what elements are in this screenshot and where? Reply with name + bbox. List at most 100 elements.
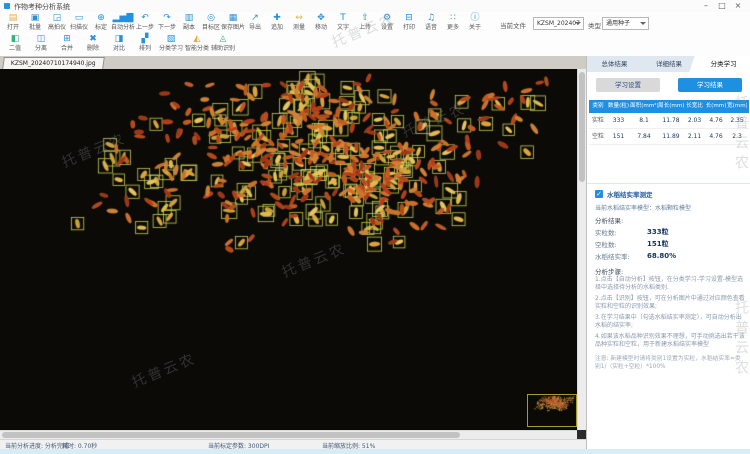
append-button[interactable]: ✚ 追加 bbox=[266, 13, 288, 31]
type-select[interactable]: 通用种子 bbox=[602, 17, 649, 30]
toolbar-item-label: 上一步 bbox=[135, 24, 154, 31]
undo-button[interactable]: ↶ 上一步 bbox=[134, 13, 156, 31]
target-area-button[interactable]: ◎ 目标区 bbox=[200, 13, 222, 31]
folder-open-icon: ▤ bbox=[8, 13, 18, 23]
measure-icon: ↔ bbox=[295, 13, 303, 23]
current-file-select[interactable]: KZSM_202407 bbox=[533, 17, 584, 30]
batch-button[interactable]: ▣ 批量 bbox=[24, 13, 46, 31]
seed-image-canvas[interactable] bbox=[0, 69, 577, 430]
smart-classify-button[interactable]: ◭ 智能分类 bbox=[184, 34, 210, 52]
toolbar-item-label: 追加 bbox=[270, 24, 283, 31]
learning-results-button[interactable]: 学习结果 bbox=[678, 78, 742, 92]
result-label: 空粒数: bbox=[595, 241, 617, 249]
result-row: 空粒数: 151粒 bbox=[595, 238, 745, 250]
print-button[interactable]: ⊟ 打印 bbox=[398, 13, 420, 31]
compare-button[interactable]: ◨ 对比 bbox=[106, 34, 132, 52]
info-icon: ⓘ bbox=[470, 13, 480, 23]
binary-button[interactable]: ◧ 二值 bbox=[2, 34, 28, 52]
vertical-scrollbar-thumb[interactable] bbox=[579, 72, 585, 182]
image-file-tab[interactable]: KZSM_20240710174940.jpg bbox=[2, 57, 105, 69]
measure-button[interactable]: ↔ 测量 bbox=[288, 13, 310, 31]
smart-classify-icon: ◭ bbox=[193, 34, 201, 44]
assist-recognition-button[interactable]: ◬ 辅助识别 bbox=[210, 34, 236, 52]
toolbar-item-label: 打开 bbox=[6, 24, 19, 31]
upload-button[interactable]: ⇧ 上传 bbox=[354, 13, 376, 31]
scrollbar-corner bbox=[577, 430, 586, 439]
toolbar-item-label: 设置 bbox=[380, 24, 393, 31]
calibrate-button[interactable]: ⊕ 标定 bbox=[90, 13, 112, 31]
learning-settings-button[interactable]: 学习设置 bbox=[596, 78, 660, 92]
voice-button[interactable]: ♫ 语音 bbox=[420, 13, 442, 31]
toolbar-item-label: 智能分类 bbox=[184, 45, 209, 52]
result-row: 水稻结实率: 68.80% bbox=[595, 250, 745, 262]
scanner-button[interactable]: ▭ 扫描仪 bbox=[68, 13, 90, 31]
voice-icon: ♫ bbox=[426, 13, 436, 23]
auto-analyze-button[interactable]: ▂▅▇ 自动分析 bbox=[111, 13, 135, 31]
about-button[interactable]: ⓘ 关于 bbox=[464, 13, 486, 31]
merge-icon: ⊞ bbox=[63, 34, 71, 44]
delete-button[interactable]: ✖ 删除 bbox=[80, 34, 106, 52]
duplicate-button[interactable]: ▥ 副本 bbox=[178, 13, 200, 31]
auto-analyze-icon: ▂▅▇ bbox=[112, 13, 134, 23]
tab-label: 总体结果 bbox=[601, 60, 628, 68]
tab-detail-results[interactable]: 详细结果 bbox=[635, 56, 703, 72]
table-row-empty-grain[interactable]: 空粒 151 7.84 11.89 2.11 4.76 2.3 bbox=[589, 129, 749, 145]
tab-overall-results[interactable]: 总体结果 bbox=[587, 56, 649, 72]
panel-divider bbox=[587, 183, 750, 184]
analysis-step: 4.如果该水稻品种识别效果不理想，可手动挑选出若干该品种实粒和空粒，用于新建水稻… bbox=[595, 333, 745, 348]
redo-button[interactable]: ↷ 下一步 bbox=[156, 13, 178, 31]
arrange-button[interactable]: ▞ 排列 bbox=[132, 34, 158, 52]
image-tab-bar: KZSM_20240710174940.jpg bbox=[0, 56, 586, 70]
merge-button[interactable]: ⊞ 合并 bbox=[54, 34, 80, 52]
result-row: 实粒数: 333粒 bbox=[595, 226, 745, 238]
redo-icon: ↷ bbox=[163, 13, 171, 23]
save-image-button[interactable]: ▦ 保存图片 bbox=[221, 13, 245, 31]
duplicate-icon: ▥ bbox=[184, 13, 194, 23]
horizontal-scrollbar-thumb[interactable] bbox=[2, 432, 460, 438]
export-button[interactable]: ↗ 导出 bbox=[244, 13, 266, 31]
minimize-button[interactable]: – bbox=[698, 0, 714, 12]
checkbox-checked-icon[interactable]: ✓ bbox=[595, 190, 603, 198]
doc-camera-button[interactable]: ◲ 高拍仪 bbox=[46, 13, 68, 31]
trash-icon: ✖ bbox=[89, 34, 97, 44]
result-value: 68.80% bbox=[647, 252, 677, 260]
current-model-line: 当前水稻结实率模型：水稻颗粒模型 bbox=[595, 205, 692, 212]
tab-classify-learning[interactable]: 分类学习 bbox=[689, 56, 750, 72]
analysis-note: 注意: 新建模型时请将类别1设置为实粒，水稻结实率=类别1/（实粒+空粒）*10… bbox=[595, 356, 741, 370]
toolbar-item-label: 关于 bbox=[468, 24, 481, 31]
title-bar: 作物考种分析系统 – □ × bbox=[0, 0, 750, 12]
window-bottom-strip bbox=[0, 449, 750, 454]
move-button[interactable]: ✥ 移动 bbox=[310, 13, 332, 31]
open-button[interactable]: ▤ 打开 bbox=[2, 13, 24, 31]
toolbar-item-label: 排列 bbox=[138, 45, 151, 52]
window-title: 作物考种分析系统 bbox=[14, 3, 70, 11]
maximize-button[interactable]: □ bbox=[714, 0, 730, 12]
toolbar-item-label: 二值 bbox=[8, 45, 21, 52]
app-logo-icon bbox=[4, 3, 10, 9]
result-value: 333粒 bbox=[647, 228, 669, 236]
analysis-step: 2.点击【识别】按钮，可在分析图片中通过对应颜色查看实粒和空粒的识别效果; bbox=[595, 295, 745, 310]
text-button[interactable]: T 文字 bbox=[332, 13, 354, 31]
print-icon: ⊟ bbox=[405, 13, 413, 23]
doc-camera-icon: ◲ bbox=[52, 13, 62, 23]
settings-button[interactable]: ⚙ 设置 bbox=[376, 13, 398, 31]
chevron-down-icon bbox=[640, 22, 646, 25]
toolbar-item-label: 文字 bbox=[336, 24, 349, 31]
close-button[interactable]: × bbox=[730, 0, 746, 12]
table-row-filled-grain[interactable]: 实粒 333 8.1 11.78 2.03 4.76 2.35 bbox=[589, 113, 749, 129]
result-label: 水稻结实率: bbox=[595, 253, 630, 261]
toolbar-item-label: 合并 bbox=[60, 45, 73, 52]
separate-button[interactable]: ◫ 分离 bbox=[28, 34, 54, 52]
class-stats-table: 类别 数量(粒) 面积(mm²) 周长(mm) 长宽比 长(mm) 宽(mm) … bbox=[589, 100, 749, 145]
save-image-icon: ▦ bbox=[228, 13, 238, 23]
export-icon: ↗ bbox=[251, 13, 259, 23]
classify-learning-icon: ▧ bbox=[166, 34, 176, 44]
analysis-step: 3.在学习结果中（勾选水稻结实率测定），可自动分析出水稻的结实率; bbox=[595, 314, 742, 329]
settings-gear-icon: ⚙ bbox=[382, 13, 392, 23]
toolbar-item-label: 语音 bbox=[424, 24, 437, 31]
minimap-canvas[interactable] bbox=[527, 394, 577, 427]
more-button[interactable]: ∷ 更多 bbox=[442, 13, 464, 31]
classify-learning-button[interactable]: ▧ 分类学习 bbox=[158, 34, 184, 52]
separate-icon: ◫ bbox=[36, 34, 46, 44]
rice-rate-checkbox-row[interactable]: ✓ 水稻结实率测定 bbox=[595, 189, 653, 199]
